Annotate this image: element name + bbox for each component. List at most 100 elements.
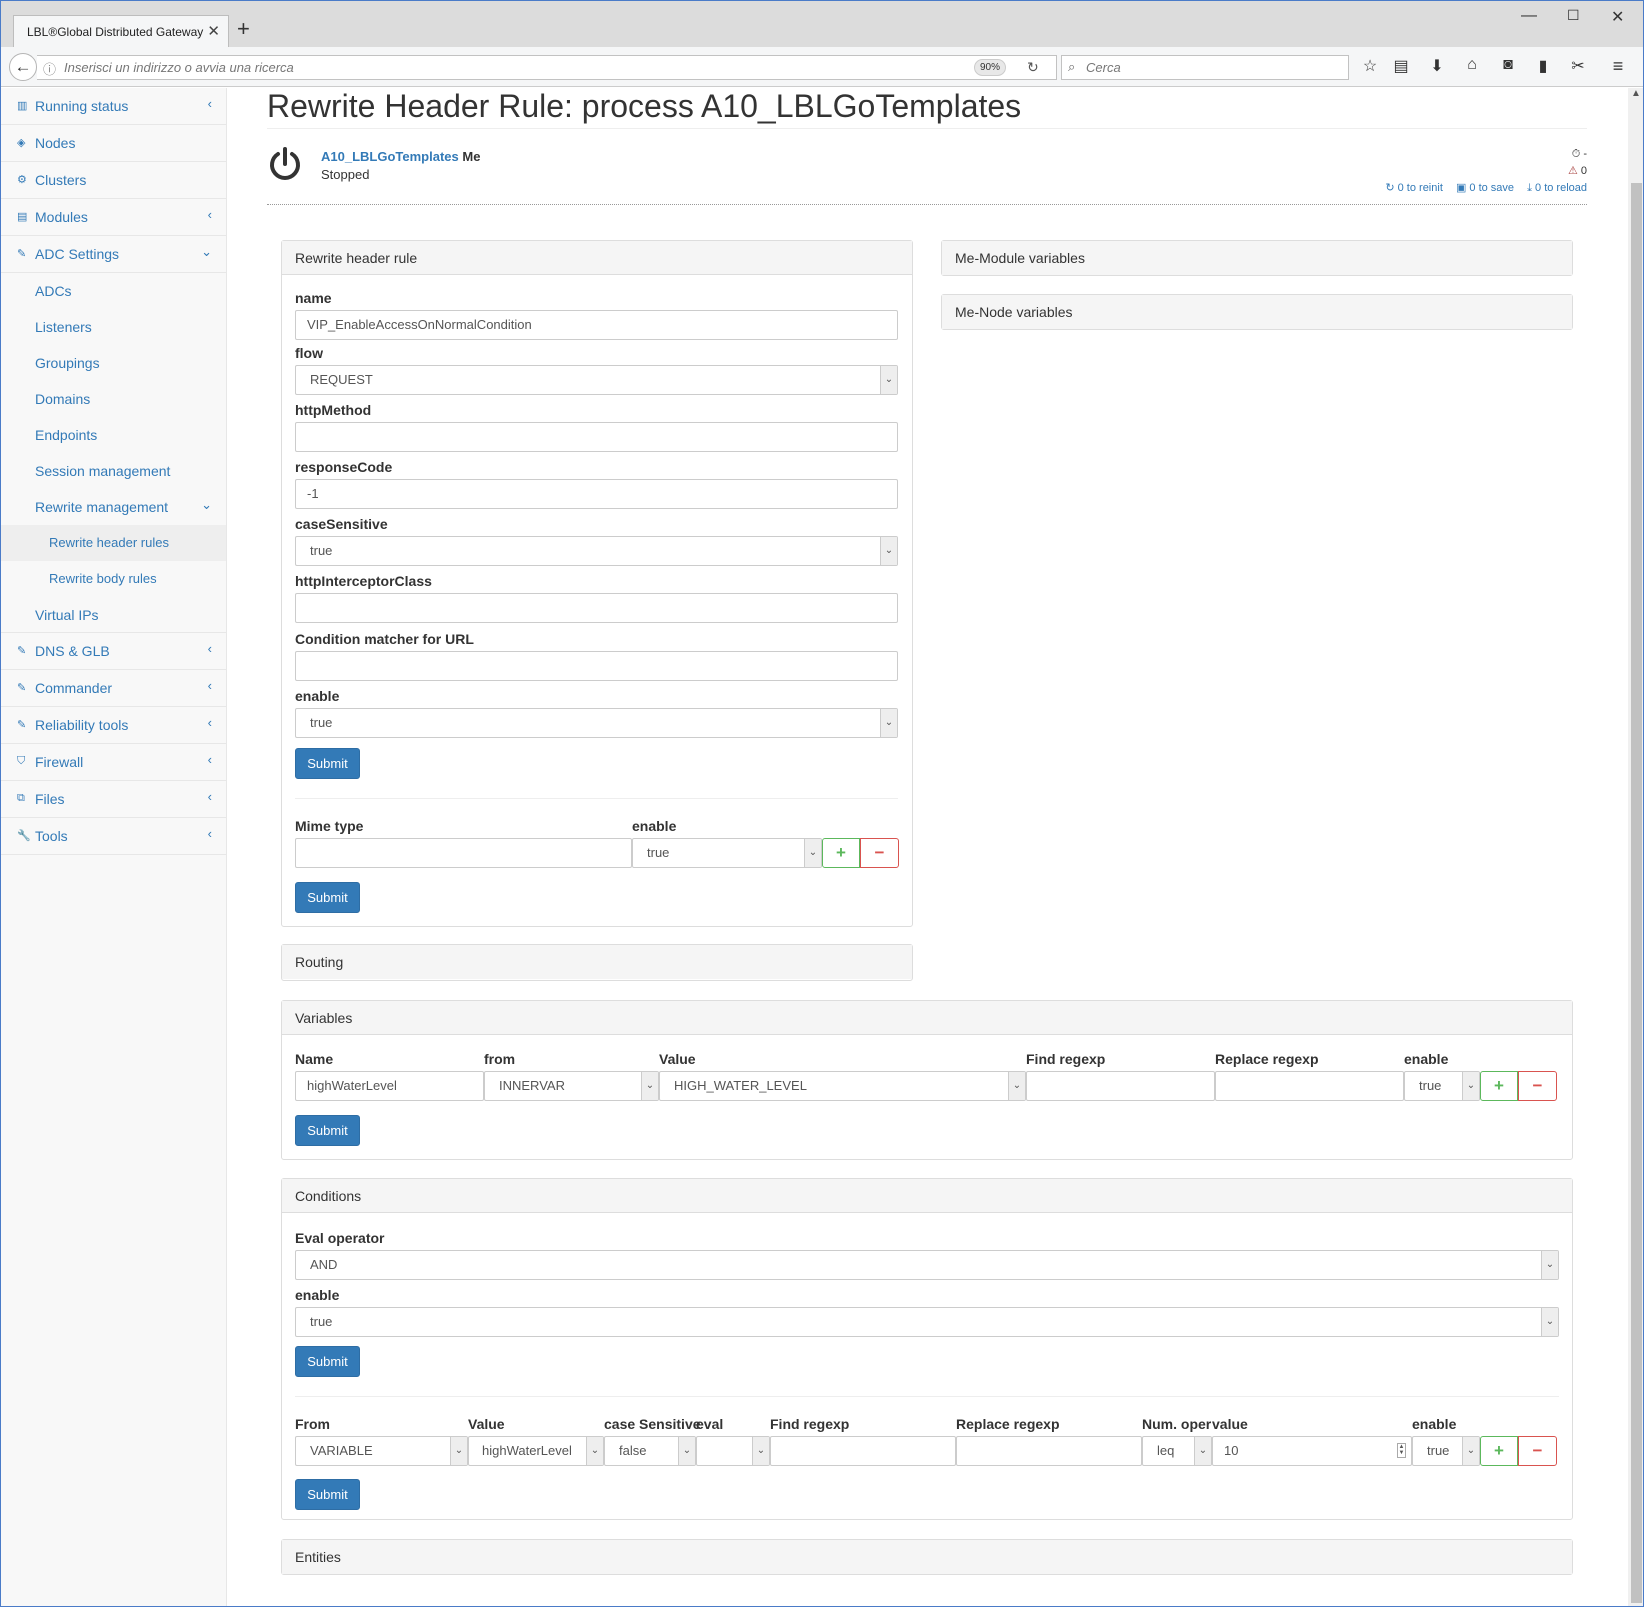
- search-bar[interactable]: ⌕ Cerca: [1061, 55, 1349, 80]
- sidebar-item-domains[interactable]: Domains: [1, 381, 226, 417]
- panel-heading[interactable]: Routing: [282, 945, 912, 979]
- scrollbar-thumb[interactable]: [1631, 183, 1642, 1603]
- flow-select[interactable]: REQUEST ⌄: [295, 365, 898, 395]
- sidebar-item-reliability-tools[interactable]: ✎ Reliability tools ‹: [1, 707, 226, 744]
- eval-operator-select[interactable]: AND ⌄: [295, 1250, 1559, 1280]
- sidebar-item-clusters[interactable]: ⚙ Clusters: [1, 162, 226, 199]
- close-window-icon[interactable]: ✕: [1611, 7, 1624, 27]
- responsecode-input[interactable]: -1: [295, 479, 898, 509]
- cond-from-select[interactable]: VARIABLE ⌄: [295, 1436, 468, 1466]
- remove-condition-button[interactable]: −: [1518, 1436, 1557, 1466]
- sidebar-item-rewrite-body-rules[interactable]: Rewrite body rules: [1, 561, 226, 597]
- download-icon[interactable]: ⬇: [1426, 56, 1448, 76]
- sidebar-item-files[interactable]: ⧉ Files ‹: [1, 781, 226, 818]
- panel-heading[interactable]: Me-Module variables: [942, 241, 1572, 275]
- minimize-icon[interactable]: —: [1521, 7, 1537, 25]
- casesensitive-select[interactable]: true ⌄: [295, 536, 898, 566]
- panel-heading[interactable]: Conditions: [282, 1179, 1572, 1213]
- var-from-select[interactable]: INNERVAR ⌄: [484, 1071, 659, 1101]
- zoom-badge[interactable]: 90%: [974, 59, 1007, 76]
- page-scrollbar[interactable]: ▲: [1628, 88, 1643, 1606]
- var-name-input[interactable]: highWaterLevel: [295, 1071, 484, 1101]
- variables-submit-button[interactable]: Submit: [295, 1115, 360, 1146]
- to-reload-link[interactable]: ⤓ 0 to reload: [1527, 182, 1587, 194]
- sidebar-item-adc-settings[interactable]: ✎ ADC Settings ⌄: [1, 236, 226, 273]
- maximize-icon[interactable]: ☐: [1567, 7, 1580, 24]
- cond-replace-input[interactable]: [956, 1436, 1142, 1466]
- browser-window: LBL®Global Distributed Gateway ✕ + — ☐ ✕ …: [0, 0, 1644, 1607]
- cond-eval-select[interactable]: ⌄: [696, 1436, 770, 1466]
- sidebar-item-endpoints[interactable]: Endpoints: [1, 417, 226, 453]
- remove-variable-button[interactable]: −: [1518, 1071, 1557, 1101]
- entities-panel[interactable]: Entities: [281, 1539, 1573, 1575]
- bookmarks-library-icon[interactable]: ▤: [1390, 56, 1412, 76]
- sidebar-item-rewrite-header-rules[interactable]: Rewrite header rules: [1, 525, 226, 561]
- add-mime-button[interactable]: +: [822, 838, 860, 868]
- to-reinit-link[interactable]: ↻ 0 to reinit: [1385, 182, 1443, 194]
- enable-select[interactable]: true ⌄: [295, 708, 898, 738]
- panel-heading[interactable]: Variables: [282, 1001, 1572, 1035]
- reload-icon[interactable]: ↻: [1027, 59, 1039, 76]
- var-find-input[interactable]: [1026, 1071, 1215, 1101]
- var-value-select[interactable]: HIGH_WATER_LEVEL ⌄: [659, 1071, 1026, 1101]
- conditions-enable-select[interactable]: true ⌄: [295, 1307, 1559, 1337]
- interceptor-input[interactable]: [295, 593, 898, 623]
- panel-heading[interactable]: Me-Node variables: [942, 295, 1572, 329]
- sidebar-item-firewall[interactable]: ⛉ Firewall ‹: [1, 744, 226, 781]
- add-variable-button[interactable]: +: [1480, 1071, 1518, 1101]
- sidebar-item-virtual-ips[interactable]: Virtual IPs: [1, 597, 226, 633]
- addon-icon[interactable]: ▮: [1532, 56, 1554, 76]
- sidebar-item-running-status[interactable]: ▥ Running status ‹: [1, 88, 226, 125]
- pocket-icon[interactable]: ◙: [1497, 56, 1519, 74]
- name-input[interactable]: VIP_EnableAccessOnNormalCondition: [295, 310, 898, 340]
- sidebar-item-groupings[interactable]: Groupings: [1, 345, 226, 381]
- routing-panel[interactable]: Routing: [281, 944, 913, 981]
- cond-value-select[interactable]: highWaterLevel ⌄: [468, 1436, 604, 1466]
- submit-button[interactable]: Submit: [295, 748, 360, 779]
- condition-row-submit-button[interactable]: Submit: [295, 1479, 360, 1510]
- panel-heading[interactable]: Entities: [282, 1540, 1572, 1574]
- info-icon[interactable]: ⓘ: [43, 59, 56, 78]
- power-icon[interactable]: [267, 146, 303, 182]
- mime-submit-button[interactable]: Submit: [295, 882, 360, 913]
- bookmark-star-icon[interactable]: ☆: [1359, 56, 1381, 76]
- httpmethod-input[interactable]: [295, 422, 898, 452]
- conditions-submit-button[interactable]: Submit: [295, 1346, 360, 1377]
- sidebar-item-dns-glb[interactable]: ✎ DNS & GLB ‹: [1, 633, 226, 670]
- cond-enable-select[interactable]: true ⌄: [1412, 1436, 1480, 1466]
- panel-heading[interactable]: Rewrite header rule: [282, 241, 912, 275]
- cond-find-input[interactable]: [770, 1436, 956, 1466]
- mime-enable-select[interactable]: true ⌄: [632, 838, 822, 868]
- sidebar-item-commander[interactable]: ✎ Commander ‹: [1, 670, 226, 707]
- node-variables-panel[interactable]: Me-Node variables: [941, 294, 1573, 330]
- cond-value-number[interactable]: 10 ▲ ▼: [1212, 1436, 1412, 1466]
- new-tab-icon[interactable]: +: [237, 18, 250, 40]
- home-icon[interactable]: ⌂: [1461, 56, 1483, 74]
- sidebar-item-session-management[interactable]: Session management: [1, 453, 226, 489]
- url-bar[interactable]: ⓘ Inserisci un indirizzo o avvia una ric…: [37, 55, 1057, 80]
- sidebar-item-adcs[interactable]: ADCs: [1, 273, 226, 309]
- condition-url-input[interactable]: [295, 651, 898, 681]
- sidebar-item-tools[interactable]: 🔧 Tools ‹: [1, 818, 226, 855]
- remove-mime-button[interactable]: −: [860, 838, 899, 868]
- spinner-icon[interactable]: ▲ ▼: [1397, 1443, 1406, 1458]
- var-replace-input[interactable]: [1215, 1071, 1404, 1101]
- sidebar-item-listeners[interactable]: Listeners: [1, 309, 226, 345]
- close-tab-icon[interactable]: ✕: [207, 22, 220, 40]
- process-link[interactable]: A10_LBLGoTemplates: [321, 149, 459, 164]
- menu-icon[interactable]: ≡: [1607, 56, 1629, 77]
- back-arrow-icon[interactable]: ←: [9, 53, 37, 81]
- mime-type-input[interactable]: [295, 838, 632, 868]
- module-variables-panel[interactable]: Me-Module variables: [941, 240, 1573, 276]
- cond-numoper-select[interactable]: leq ⌄: [1142, 1436, 1212, 1466]
- sidebar-item-modules[interactable]: ▤ Modules ‹: [1, 199, 226, 236]
- sidebar-item-nodes[interactable]: ◈ Nodes: [1, 125, 226, 162]
- add-condition-button[interactable]: +: [1480, 1436, 1518, 1466]
- to-save-link[interactable]: ▣ 0 to save: [1456, 182, 1514, 194]
- browser-tab[interactable]: LBL®Global Distributed Gateway ✕: [13, 15, 229, 47]
- cond-case-select[interactable]: false ⌄: [604, 1436, 696, 1466]
- screenshot-icon[interactable]: ✂: [1567, 56, 1589, 76]
- sidebar-item-rewrite-management[interactable]: Rewrite management ⌄: [1, 489, 226, 525]
- scroll-up-icon[interactable]: ▲: [1631, 88, 1641, 99]
- var-enable-select[interactable]: true ⌄: [1404, 1071, 1480, 1101]
